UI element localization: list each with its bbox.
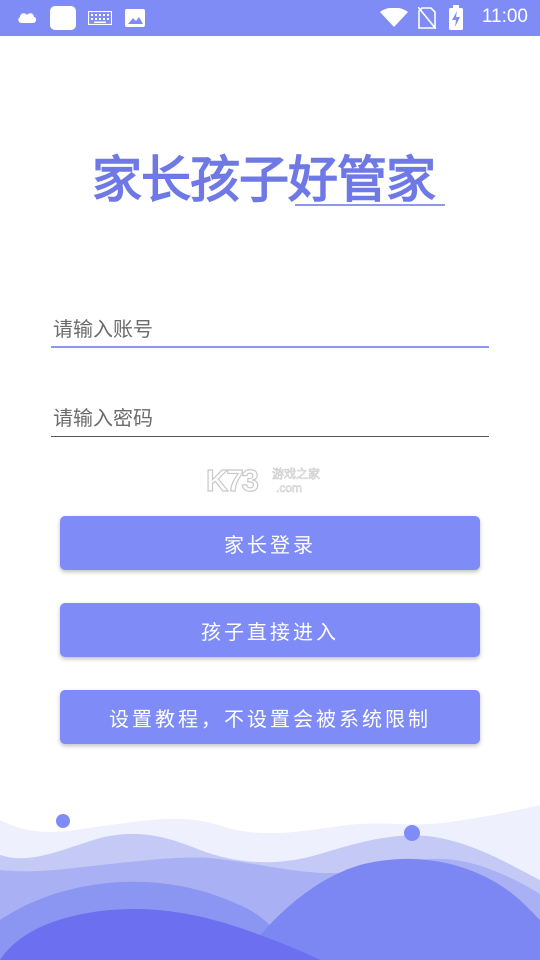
- account-input[interactable]: [51, 312, 493, 346]
- image-icon: [125, 9, 145, 27]
- decor-dot-right: [404, 825, 420, 841]
- cloud-icon: [18, 13, 37, 23]
- password-underline: [51, 436, 489, 437]
- wifi-icon: [380, 8, 408, 27]
- decor-dot-left: [56, 814, 70, 828]
- watermark-domain: .com: [276, 481, 302, 495]
- app-title: 家长孩子好管家: [92, 150, 436, 209]
- watermark-cn: 游戏之家: [272, 466, 320, 481]
- mountain-background: [0, 805, 540, 960]
- clock: 11:00: [481, 6, 528, 27]
- child-enter-button[interactable]: 孩子直接进入: [60, 603, 480, 657]
- tutorial-button[interactable]: 设置教程，不设置会被系统限制: [60, 690, 480, 744]
- password-field[interactable]: [51, 401, 493, 437]
- app-logo: 家长孩子好管家: [92, 140, 452, 210]
- parent-login-button[interactable]: 家长登录: [60, 516, 480, 570]
- logo-underline: [295, 204, 445, 206]
- watermark-logo: K73 游戏之家 .com: [206, 462, 320, 496]
- status-bar: 11:00: [0, 0, 540, 36]
- password-input[interactable]: [51, 401, 493, 435]
- keyboard-icon: [88, 11, 112, 25]
- account-field[interactable]: [51, 312, 493, 348]
- battery-charging-icon: [449, 5, 463, 30]
- watermark-brand: K73: [206, 463, 259, 496]
- no-sim-icon: [418, 7, 436, 29]
- app-icon: [50, 6, 76, 30]
- account-underline: [51, 346, 489, 348]
